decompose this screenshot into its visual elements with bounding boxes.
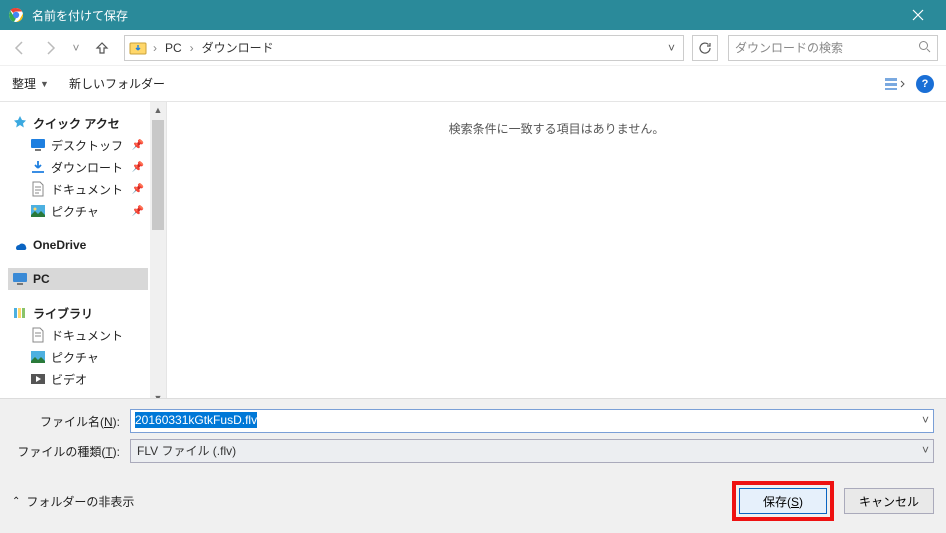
help-icon[interactable]: ?: [916, 75, 934, 93]
chrome-icon: [8, 7, 24, 23]
tree-documents[interactable]: ドキュメント📌: [8, 178, 148, 200]
file-list-empty: 検索条件に一致する項目はありません。: [167, 102, 946, 406]
picture-icon: [30, 349, 46, 365]
breadcrumb-downloads[interactable]: ダウンロード: [200, 39, 276, 56]
pc-icon: [12, 271, 28, 287]
nav-up-icon[interactable]: [90, 36, 114, 60]
onedrive-icon: [12, 237, 28, 253]
toolbar: 整理 ▼ 新しいフォルダー ?: [0, 66, 946, 102]
tree-quick-access[interactable]: クイック アクセ: [8, 112, 148, 134]
hide-folders-toggle[interactable]: ⌃ フォルダーの非表示: [12, 493, 134, 510]
refresh-button[interactable]: [692, 35, 718, 61]
close-button[interactable]: [898, 0, 938, 30]
scroll-up-icon[interactable]: ▲: [150, 102, 166, 118]
organize-menu[interactable]: 整理 ▼: [12, 75, 49, 92]
chevron-up-icon: ⌃: [12, 496, 20, 507]
chevron-down-icon[interactable]: ˅: [922, 413, 929, 427]
scroll-thumb[interactable]: [152, 120, 164, 230]
desktop-icon: [30, 137, 46, 153]
window-title: 名前を付けて保存: [32, 7, 128, 24]
filename-label: ファイル名(N):: [12, 413, 130, 430]
address-bar[interactable]: › PC › ダウンロード ˅: [124, 35, 684, 61]
filename-input[interactable]: 20160331kGtkFusD.flv ˅: [130, 409, 934, 433]
pin-icon: 📌: [132, 206, 144, 217]
pin-icon: 📌: [132, 162, 144, 173]
star-icon: [12, 115, 28, 131]
video-icon: [30, 371, 46, 387]
save-button[interactable]: 保存(S): [739, 488, 827, 514]
search-placeholder: ダウンロードの検索: [735, 39, 843, 56]
tree-pictures[interactable]: ピクチャ📌: [8, 200, 148, 222]
downloads-folder-icon: [129, 39, 147, 57]
tree-libraries[interactable]: ライブラリ: [8, 302, 148, 324]
chevron-down-icon: ▼: [40, 79, 49, 89]
filetype-select[interactable]: FLV ファイル (.flv) ˅: [130, 439, 934, 463]
nav-forward-icon[interactable]: [38, 36, 62, 60]
search-icon: [918, 40, 931, 56]
breadcrumb-pc[interactable]: PC: [163, 41, 184, 55]
chevron-right-icon: ›: [153, 41, 157, 55]
tree-pc[interactable]: PC: [8, 268, 148, 290]
nav-tree: クイック アクセ デスクトッフ📌 ダウンロート📌 ドキュメント📌 ピクチャ📌 O…: [0, 102, 167, 406]
view-options-icon[interactable]: [884, 76, 906, 92]
pin-icon: 📌: [132, 184, 144, 195]
cancel-button[interactable]: キャンセル: [844, 488, 934, 514]
download-icon: [30, 159, 46, 175]
document-icon: [30, 181, 46, 197]
pin-icon: 📌: [132, 140, 144, 151]
tree-desktop[interactable]: デスクトッフ📌: [8, 134, 148, 156]
save-panel: ファイル名(N): 20160331kGtkFusD.flv ˅ ファイルの種類…: [0, 398, 946, 533]
tree-onedrive[interactable]: OneDrive: [8, 234, 148, 256]
tree-lib-documents[interactable]: ドキュメント: [8, 324, 148, 346]
tree-lib-videos[interactable]: ビデオ: [8, 368, 148, 390]
chevron-down-icon[interactable]: ˅: [922, 443, 929, 457]
nav-recent-icon[interactable]: ˅: [68, 41, 84, 55]
tree-downloads[interactable]: ダウンロート📌: [8, 156, 148, 178]
address-dropdown-icon[interactable]: ˅: [664, 41, 679, 55]
tree-lib-pictures[interactable]: ピクチャ: [8, 346, 148, 368]
document-icon: [30, 327, 46, 343]
nav-bar: ˅ › PC › ダウンロード ˅ ダウンロードの検索: [0, 30, 946, 66]
new-folder-button[interactable]: 新しいフォルダー: [69, 75, 165, 92]
chevron-right-icon: ›: [190, 41, 194, 55]
highlight-annotation: 保存(S): [732, 481, 834, 521]
picture-icon: [30, 203, 46, 219]
filetype-label: ファイルの種類(T):: [12, 443, 130, 460]
library-icon: [12, 305, 28, 321]
search-input[interactable]: ダウンロードの検索: [728, 35, 938, 61]
titlebar: 名前を付けて保存: [0, 0, 946, 30]
nav-back-icon[interactable]: [8, 36, 32, 60]
